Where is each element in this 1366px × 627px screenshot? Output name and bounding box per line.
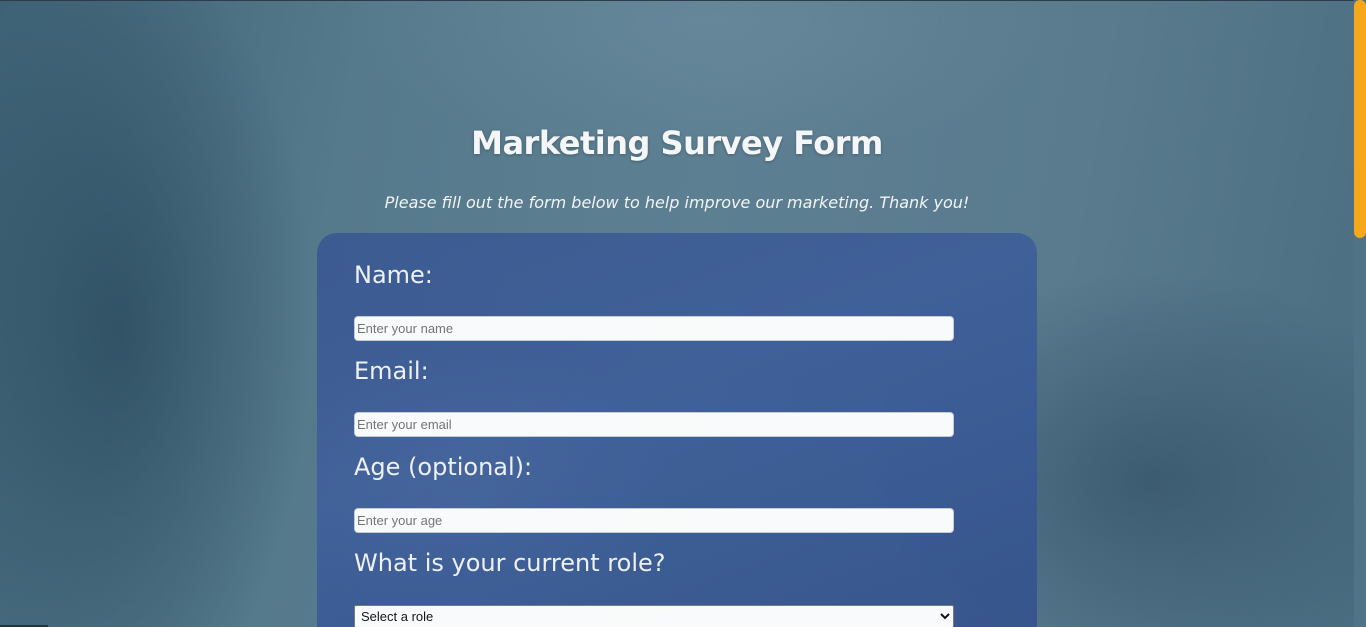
- age-label: Age (optional):: [354, 453, 533, 481]
- name-label: Name:: [354, 261, 433, 289]
- page-description: Please fill out the form below to help i…: [384, 193, 970, 212]
- scrollbar-thumb[interactable]: [1354, 0, 1366, 238]
- email-input[interactable]: [354, 412, 954, 437]
- survey-page: Marketing Survey Form Please fill out th…: [0, 0, 1354, 627]
- name-input[interactable]: [354, 316, 954, 341]
- email-label: Email:: [354, 357, 429, 385]
- survey-form: Name: Email: Age (optional): What is you…: [317, 233, 1037, 627]
- role-label: What is your current role?: [354, 549, 666, 577]
- scrollbar[interactable]: [1354, 0, 1366, 627]
- age-input[interactable]: [354, 508, 954, 533]
- page-title: Marketing Survey Form: [471, 124, 883, 162]
- role-select[interactable]: Select a role: [354, 605, 954, 627]
